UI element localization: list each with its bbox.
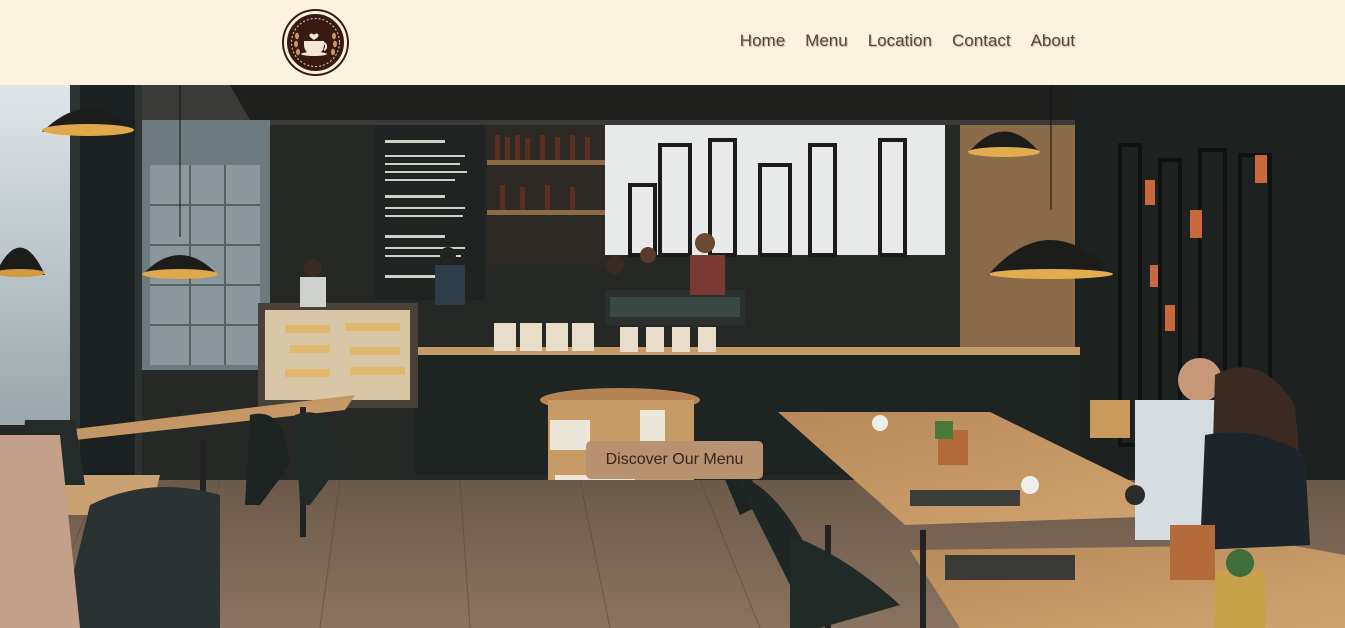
nav-location[interactable]: Location xyxy=(868,31,932,51)
site-header: Home Menu Location Contact About xyxy=(0,0,1345,85)
nav-contact[interactable]: Contact xyxy=(952,31,1011,51)
coffee-cup-logo-icon[interactable] xyxy=(284,11,347,74)
discover-menu-button[interactable]: Discover Our Menu xyxy=(586,441,763,479)
main-nav: Home Menu Location Contact About xyxy=(740,31,1075,51)
cafe-interior-photo xyxy=(0,85,1345,628)
nav-menu[interactable]: Menu xyxy=(805,31,848,51)
nav-home[interactable]: Home xyxy=(740,31,785,51)
nav-about[interactable]: About xyxy=(1031,31,1075,51)
hero-section: Discover Our Menu xyxy=(0,85,1345,628)
